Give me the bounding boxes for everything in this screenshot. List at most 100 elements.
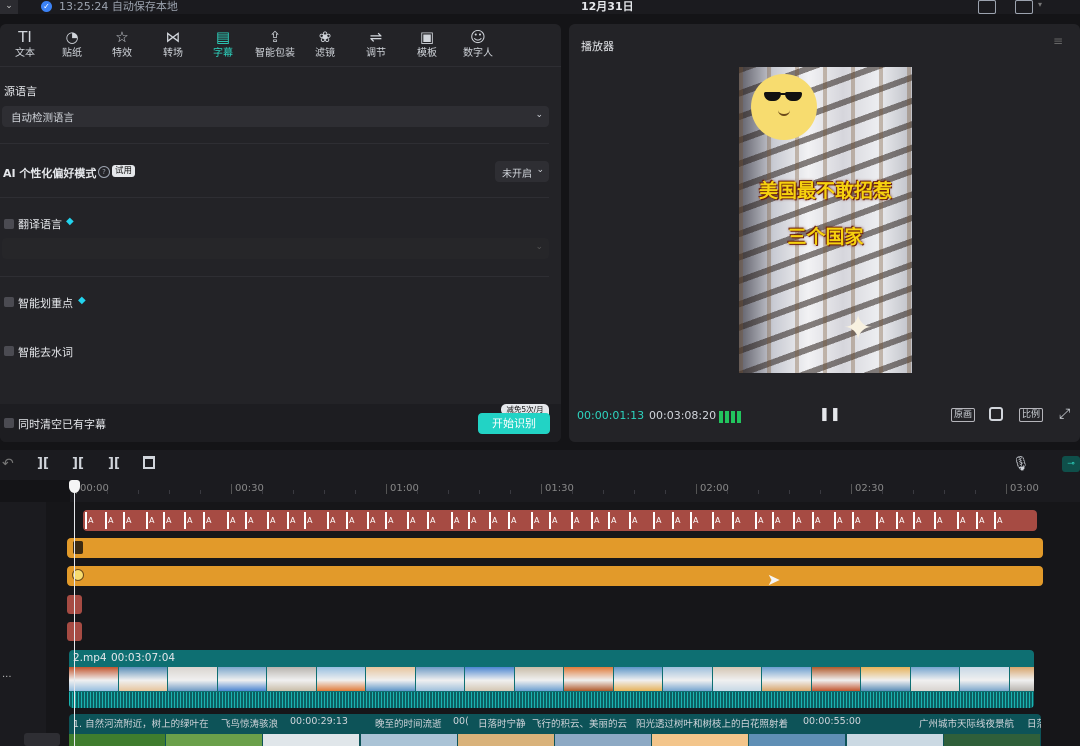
highlight-checkbox[interactable] (4, 297, 14, 307)
tab-transition[interactable]: ⋈ 转场 (150, 28, 196, 62)
clear-existing-checkbox[interactable] (4, 418, 14, 428)
subtitle-clip-icon[interactable]: A (653, 512, 672, 529)
more-options-icon[interactable]: ··· (2, 672, 12, 683)
player-menu-icon[interactable]: ≡ (1053, 35, 1065, 47)
tab-template[interactable]: ▣ 模板 (404, 28, 450, 62)
video-preview[interactable]: 美国最不敢招惹 三个国家 ✦ (739, 67, 912, 373)
subtitle-clip-icon[interactable]: A (712, 512, 732, 529)
subtitle-clip-icon[interactable]: A (976, 512, 994, 529)
subtitle-clip-icon[interactable]: A (227, 512, 245, 529)
subtitle-clip-icon[interactable]: A (489, 512, 508, 529)
split-right-icon[interactable]: ][ (108, 456, 120, 471)
subtitle-clip-icon[interactable]: A (934, 512, 957, 529)
subtitle-clip-icon[interactable]: A (608, 512, 629, 529)
microphone-icon[interactable]: 🎙 (1012, 456, 1030, 472)
subtitle-clip-icon[interactable]: A (549, 512, 571, 529)
ruler-tick (1006, 484, 1007, 494)
split-left-icon[interactable]: ][ (72, 456, 84, 471)
text-track-clip[interactable] (67, 538, 1043, 558)
subtitle-clip-icon[interactable]: A (690, 512, 712, 529)
tab-label: 调节 (366, 48, 386, 59)
subtitle-clip-icon[interactable]: A (304, 512, 327, 529)
subtitle-clip-icon[interactable]: A (755, 512, 772, 529)
split-icon[interactable]: ][ (37, 456, 49, 471)
subtitle-clip-icon[interactable]: A (287, 512, 304, 529)
subtitle-clip-icon[interactable]: A (451, 512, 468, 529)
source-language-select[interactable]: 自动检测语言 ⌄ (2, 106, 549, 127)
subtitle-clip-icon[interactable]: A (203, 512, 227, 529)
subtitle-clip-icon[interactable]: A (994, 512, 1016, 529)
subtitle-clip-icon[interactable]: A (407, 512, 427, 529)
aspect-ratio-button[interactable]: 比例 (1019, 408, 1044, 422)
tab-text[interactable]: TI 文本 (2, 28, 48, 62)
delete-icon[interactable] (143, 456, 155, 469)
background-video-track[interactable]: 1. 自然河流附近，树上的绿叶在 飞鸟惊涛骇浪 00:00:29:13 晚至的时… (69, 714, 1041, 746)
tab-digital-human[interactable]: ☺ 数字人 (455, 28, 501, 62)
ai-mode-select[interactable]: 未开启 ⌄ (495, 161, 549, 182)
subtitle-clip-icon[interactable]: A (245, 512, 267, 529)
sticker-track-clip[interactable] (67, 566, 1043, 586)
subtitle-clip-icon[interactable]: A (732, 512, 755, 529)
subtitle-clip-icon[interactable]: A (896, 512, 913, 529)
timeline-ruler[interactable]: 00:00 00:30 01:00 01:30 02:00 02:30 03:00 (70, 480, 1080, 502)
sunglasses-lens (785, 92, 802, 101)
tab-sticker[interactable]: ◔ 贴纸 (49, 28, 95, 62)
subtitle-clip-icon[interactable]: A (327, 512, 346, 529)
playhead-handle[interactable] (69, 480, 80, 493)
video-clip-main[interactable]: 2.mp4 00:03:07:04 (69, 650, 1034, 708)
original-quality-button[interactable]: 原画 (951, 408, 976, 422)
link-toggle-icon[interactable]: ⊸ (1062, 456, 1080, 472)
subtitle-clip-icon[interactable]: A (385, 512, 407, 529)
subtitle-clip-icon[interactable]: A (468, 512, 489, 529)
snapshot-focus-icon[interactable] (989, 407, 1003, 421)
undo-icon[interactable]: ↶ (2, 456, 14, 472)
fullscreen-icon[interactable]: ⤢ (1059, 406, 1070, 422)
subtitle-clip-icon[interactable]: A (672, 512, 690, 529)
start-recognition-button[interactable]: 开始识别 (478, 413, 550, 434)
subtitle-clip-icon[interactable]: A (852, 512, 876, 529)
pause-icon[interactable]: ❚❚ (819, 407, 841, 422)
tab-effects[interactable]: ☆ 特效 (99, 28, 145, 62)
vip-diamond-icon: ◆ (78, 295, 86, 306)
shortcut-keyboard-icon[interactable] (978, 0, 996, 14)
translate-checkbox[interactable] (4, 219, 14, 229)
subtitle-track[interactable]: AAAAAAAAAAAAAAAAAAAAAAAAAAAAAAAAAAAAAAAA… (83, 510, 1037, 531)
subtitle-clip-icon[interactable]: A (629, 512, 653, 529)
menu-chevron-icon[interactable]: ⌄ (0, 0, 18, 14)
subtitle-clip-icon[interactable]: A (913, 512, 934, 529)
subtitle-clip-icon[interactable]: A (346, 512, 367, 529)
subtitle-clip-icon[interactable]: A (508, 512, 531, 529)
tab-filter[interactable]: ❀ 滤镜 (302, 28, 348, 62)
subtitle-clip-icon[interactable]: A (793, 512, 812, 529)
layout-dropdown-icon[interactable]: ▾ (1038, 0, 1042, 9)
subtitle-clip-icon[interactable]: A (85, 512, 105, 529)
subtitle-clip-icon[interactable]: A (571, 512, 591, 529)
subtitle-clip-icon[interactable]: A (184, 512, 203, 529)
subtitle-clip-icon[interactable]: A (772, 512, 793, 529)
subtitle-clip-icon[interactable]: A (876, 512, 896, 529)
subtitle-clip-icon[interactable]: A (812, 512, 834, 529)
subtitle-clip-icon[interactable]: A (427, 512, 451, 529)
subtitle-clip-icon[interactable]: A (834, 512, 852, 529)
subtitle-clip-icon[interactable]: A (591, 512, 608, 529)
ruler-minor-tick (789, 490, 790, 494)
info-icon[interactable]: ? (98, 166, 110, 178)
video-thumbnail (564, 667, 613, 691)
subtitle-clip-icon[interactable]: A (267, 512, 287, 529)
subtitle-clip-icon[interactable]: A (531, 512, 549, 529)
translate-language-select[interactable]: ⌄ (2, 238, 549, 259)
tab-adjust[interactable]: ⇌ 调节 (353, 28, 399, 62)
remove-filler-checkbox[interactable] (4, 346, 14, 356)
subtitle-clip-icon[interactable]: A (367, 512, 385, 529)
subtitle-clip-icon[interactable]: A (146, 512, 163, 529)
tab-smart-package[interactable]: ⇪ 智能包装 (252, 28, 298, 62)
ruler-tick-label: 01:00 (390, 483, 419, 494)
playhead-line[interactable] (74, 485, 75, 746)
subtitle-clip-icon[interactable]: A (957, 512, 976, 529)
subtitle-clip-icon[interactable]: A (123, 512, 146, 529)
tab-subtitle[interactable]: ▤ 字幕 (200, 28, 246, 62)
subtitle-clip-icon[interactable]: A (105, 512, 123, 529)
subtitle-clip-icon[interactable]: A (163, 512, 184, 529)
track-settings-button[interactable] (24, 733, 60, 746)
layout-icon[interactable] (1015, 0, 1033, 14)
